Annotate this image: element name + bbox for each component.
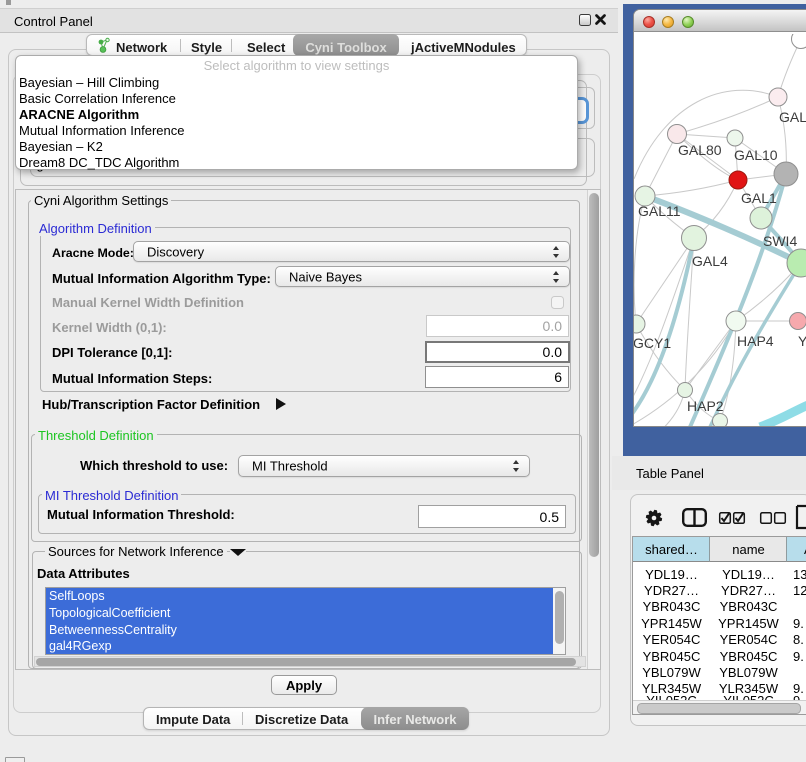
svg-text:GAL4: GAL4 — [692, 253, 728, 269]
svg-text:Y: Y — [798, 333, 806, 349]
svg-text:HAP4: HAP4 — [737, 333, 774, 349]
svg-text:GCY1: GCY1 — [634, 335, 671, 351]
svg-text:GAL11: GAL11 — [638, 203, 681, 219]
svg-text:GAL80: GAL80 — [678, 142, 722, 158]
svg-text:SWI4: SWI4 — [763, 233, 797, 249]
svg-text:GAL: GAL — [779, 109, 806, 125]
svg-text:GAL1: GAL1 — [741, 190, 777, 206]
svg-text:GAL10: GAL10 — [734, 147, 778, 163]
svg-text:HAP2: HAP2 — [687, 398, 724, 414]
